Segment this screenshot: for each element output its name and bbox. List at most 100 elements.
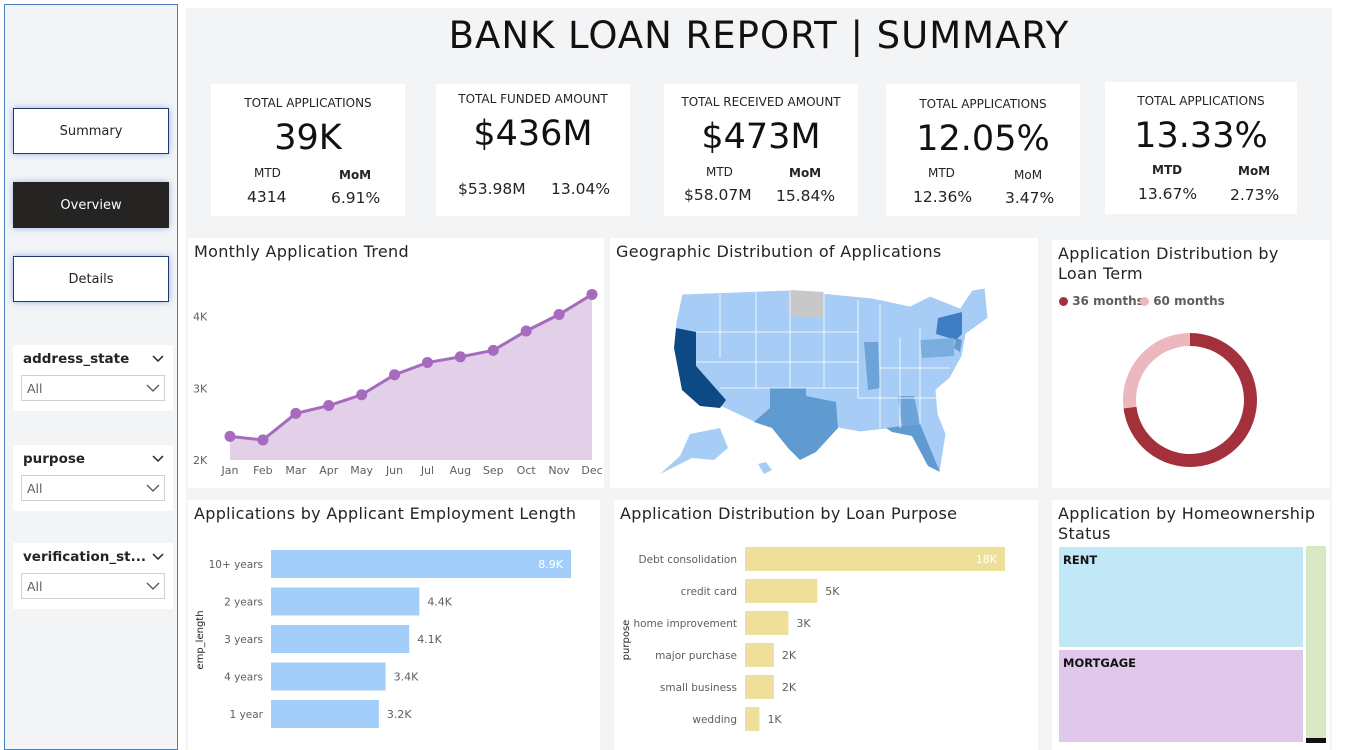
trend-point-jan (224, 430, 236, 442)
bar-0 (271, 550, 571, 578)
mom-value: 3.47% (1005, 189, 1055, 207)
mom-value: 6.91% (331, 189, 381, 207)
data-label: 5K (825, 585, 840, 598)
kpi-card-total-funded-amount[interactable]: TOTAL FUNDED AMOUNT $436M $53.98M 13.04% (436, 84, 630, 216)
verification-status-dropdown[interactable]: All (21, 573, 165, 599)
homeownership-card[interactable]: Application by Homeownership Status RENT… (1052, 500, 1330, 750)
x-tick-label: Nov (548, 464, 570, 477)
bar-0 (745, 547, 1005, 571)
mom-label: MoM (1238, 164, 1271, 178)
category-label: wedding (692, 714, 737, 726)
mom-label: MoM (1014, 168, 1043, 182)
mom-label: MoM (339, 168, 372, 182)
kpi-value: $473M (701, 117, 821, 157)
us-map[interactable] (610, 238, 1038, 488)
trend-point-dec (586, 288, 598, 300)
kpi-value: 39K (274, 118, 342, 158)
bar-4 (271, 700, 379, 728)
mtd-label: MTD (254, 166, 281, 180)
kpi-label: TOTAL APPLICATIONS (244, 96, 372, 110)
data-label: 18K (976, 553, 998, 566)
bar-2 (745, 611, 789, 635)
trend-point-feb (257, 434, 269, 446)
nav-overview-button[interactable]: Overview (13, 182, 169, 228)
loan-purpose-card[interactable]: Application Distribution by Loan Purpose… (614, 500, 1038, 750)
purpose-dropdown[interactable]: All (21, 475, 165, 501)
kpi-card-total-applications[interactable]: TOTAL APPLICATIONS 39K MTD MoM 4314 6.91… (211, 84, 405, 216)
dropdown-value: All (27, 578, 43, 594)
geo-map-card[interactable]: Geographic Distribution of Applications (610, 238, 1038, 488)
chevron-down-icon[interactable] (151, 550, 165, 564)
donut-slice-60-months (1123, 333, 1190, 409)
chevron-down-icon[interactable] (151, 352, 165, 366)
monthly-trend-chart[interactable]: 2K 3K 4K Jan Feb Mar Apr May Jun Jul Aug Sep Oct Nov D… (188, 238, 604, 488)
loan-term-donut[interactable] (1052, 240, 1330, 488)
monthly-trend-card[interactable]: Monthly Application Trend 2K 3K 4K Jan Feb Ma… (188, 238, 604, 488)
category-label: 2 years (224, 597, 263, 609)
kpi-label: TOTAL RECEIVED AMOUNT (681, 95, 841, 109)
slicer-verification-status: verification_st... All (13, 543, 173, 609)
chevron-down-icon[interactable] (151, 452, 165, 466)
x-tick-label: Jun (385, 464, 403, 477)
emp-length-chart[interactable]: 10+ years 8.9K 2 years 4.4K 3 years 4.1K 4 yea… (188, 500, 600, 750)
trend-point-nov (553, 309, 565, 321)
trend-point-mar (290, 407, 302, 419)
x-tick-label: Oct (517, 464, 537, 477)
kpi-value: $436M (473, 114, 593, 154)
treemap-tile-rent[interactable]: RENT (1058, 546, 1304, 648)
treemap-tile-own[interactable] (1306, 546, 1326, 738)
chart-title: Application by Homeownership Status (1058, 504, 1316, 543)
category-label: 4 years (224, 672, 263, 684)
trend-point-apr (323, 400, 335, 412)
mtd-value: 12.36% (913, 188, 973, 206)
y-tick-label: 2K (193, 454, 208, 467)
bar-2 (271, 625, 410, 653)
x-tick-label: Jan (221, 464, 239, 477)
kpi-label: TOTAL APPLICATIONS (919, 97, 1047, 111)
kpi-card-total-applications-rate-2[interactable]: TOTAL APPLICATIONS 13.33% MTD MoM 13.67%… (1105, 82, 1297, 214)
category-label: major purchase (655, 650, 737, 662)
data-label: 3.4K (394, 671, 419, 684)
map-state-ak (660, 428, 728, 474)
trend-point-aug (454, 351, 466, 363)
x-tick-label: Feb (253, 464, 272, 477)
bar-1 (745, 579, 818, 603)
emp-length-card[interactable]: Applications by Applicant Employment Len… (188, 500, 600, 750)
address-state-dropdown[interactable]: All (21, 375, 165, 401)
kpi-card-total-received-amount[interactable]: TOTAL RECEIVED AMOUNT $473M MTD MoM $58.… (664, 84, 858, 216)
loan-term-card[interactable]: Application Distribution by Loan Term 36… (1052, 240, 1330, 488)
nav-summary-button[interactable]: Summary (13, 108, 169, 154)
mtd-value: $58.07M (684, 186, 752, 204)
data-label: 4.4K (427, 596, 452, 609)
treemap-tile-other[interactable] (1306, 738, 1326, 743)
data-label: 3K (796, 617, 811, 630)
kpi-value: 12.05% (916, 119, 1050, 159)
data-label: 2K (782, 681, 797, 694)
slicer-title: address_state (23, 351, 130, 367)
map-state-nd (790, 290, 824, 318)
mom-label: MoM (789, 166, 822, 180)
mtd-value: 13.67% (1138, 185, 1198, 203)
chevron-down-icon (146, 481, 160, 495)
trend-point-may (356, 389, 368, 401)
treemap-tile-mortgage[interactable]: MORTGAGE (1058, 649, 1304, 743)
data-label: 1K (767, 713, 782, 726)
trend-point-sep (487, 344, 499, 356)
x-tick-label: Dec (581, 464, 602, 477)
bar-3 (271, 662, 386, 691)
data-label: 8.9K (538, 558, 563, 571)
mtd-value: $53.98M (458, 180, 526, 198)
bar-4 (745, 675, 774, 699)
category-label: 10+ years (209, 559, 263, 571)
trend-area (230, 294, 592, 460)
slicer-purpose: purpose All (13, 445, 173, 511)
x-tick-label: Jul (420, 464, 434, 477)
data-label: 4.1K (417, 633, 442, 646)
treemap-label: MORTGAGE (1063, 656, 1137, 670)
kpi-label: TOTAL APPLICATIONS (1137, 94, 1265, 108)
kpi-card-total-applications-rate[interactable]: TOTAL APPLICATIONS 12.05% MTD MoM 12.36%… (886, 84, 1080, 216)
nav-details-button[interactable]: Details (13, 256, 169, 302)
loan-purpose-chart[interactable]: Debt consolidation 18K credit card 5K home i… (614, 500, 1038, 750)
map-state-pa (920, 338, 954, 358)
bar-5 (745, 707, 760, 731)
